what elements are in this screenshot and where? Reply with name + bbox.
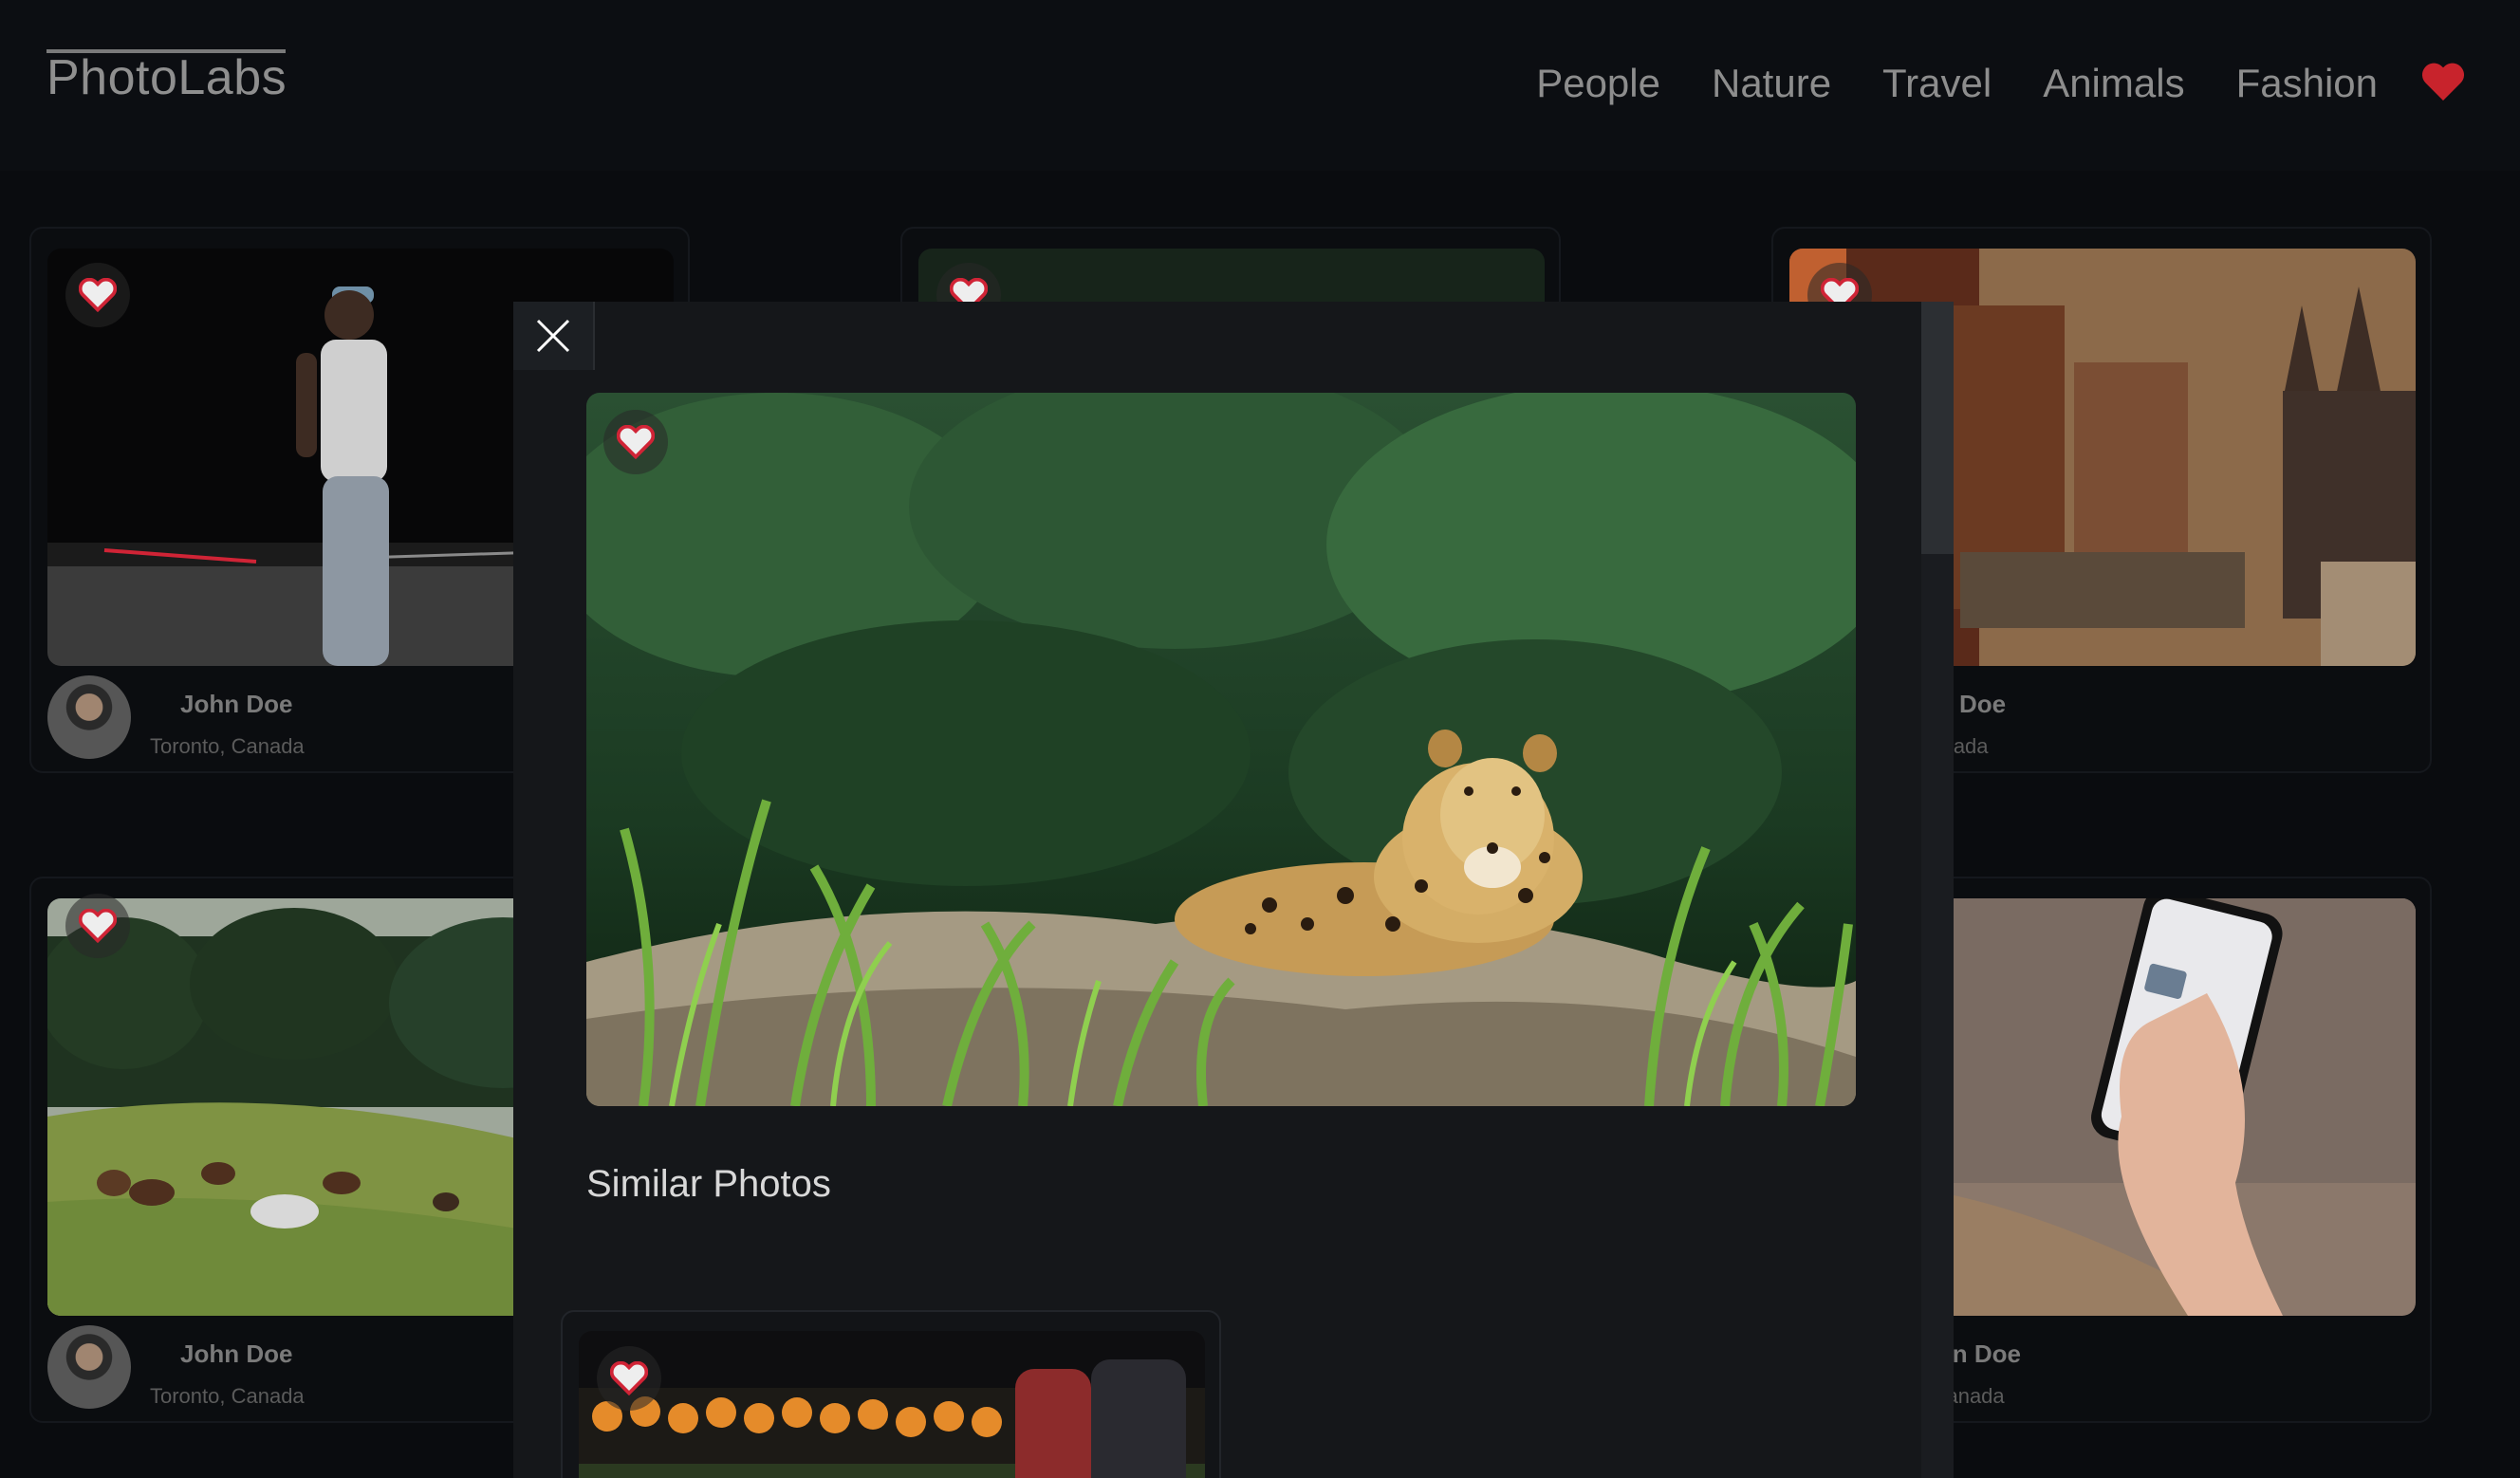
heart-icon: [617, 425, 655, 459]
similar-photos-heading: Similar Photos: [586, 1163, 831, 1205]
close-button[interactable]: [513, 302, 595, 370]
photographer-location: Toronto, Canada: [150, 734, 305, 758]
heart-icon: [79, 278, 117, 312]
favorite-button[interactable]: [65, 263, 130, 327]
close-icon: [536, 319, 570, 353]
top-nav-bar: PhotoLabs People Nature Travel Animals F…: [0, 0, 2520, 171]
app-logo[interactable]: PhotoLabs: [46, 49, 287, 106]
favorite-button[interactable]: [603, 410, 668, 474]
avatar: [47, 1325, 131, 1409]
photographer-name: John Doe: [180, 1339, 293, 1368]
favorite-button[interactable]: [65, 894, 130, 958]
photo-image[interactable]: [579, 1331, 1205, 1478]
topic-travel[interactable]: Travel: [1882, 61, 1992, 106]
photographer-location: Toronto, Canada: [150, 1384, 305, 1408]
heart-icon: [79, 909, 117, 943]
topic-people[interactable]: People: [1536, 61, 1660, 106]
topic-nature[interactable]: Nature: [1712, 61, 1831, 106]
similar-photo-card[interactable]: [561, 1310, 1221, 1478]
avatar: [47, 675, 131, 759]
photo-details-modal: Similar Photos: [513, 302, 1954, 1478]
topic-animals[interactable]: Animals: [2043, 61, 2184, 106]
heart-icon[interactable]: [2422, 63, 2464, 101]
photographer-name: John Doe: [180, 690, 293, 718]
topic-list: People Nature Travel Animals Fashion: [1536, 61, 2378, 106]
selected-photo: [586, 393, 1856, 1106]
heart-icon: [610, 1361, 648, 1395]
favorite-button[interactable]: [597, 1346, 661, 1411]
topic-fashion[interactable]: Fashion: [2236, 61, 2378, 106]
modal-scrollbar-thumb[interactable]: [1921, 302, 1954, 554]
